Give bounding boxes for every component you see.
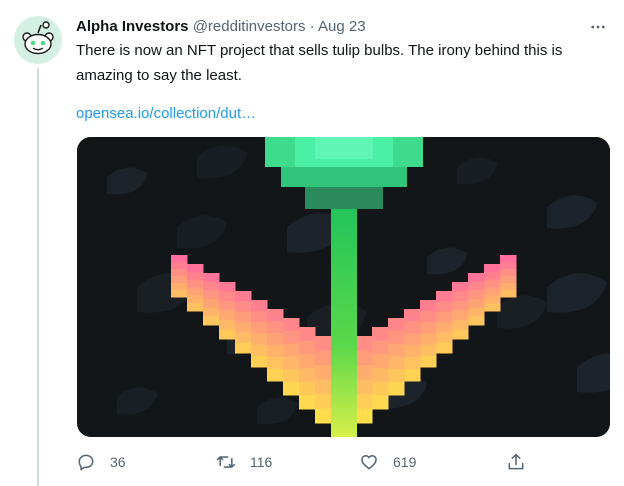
more-options-button[interactable]	[586, 16, 610, 38]
reply-count: 36	[110, 454, 126, 470]
reddit-snoo-icon	[14, 16, 62, 64]
tweet-header: Alpha Investors @redditinvestors · Aug 2…	[76, 16, 610, 38]
share-button[interactable]	[506, 448, 526, 476]
tweet-text: There is now an NFT project that sells t…	[76, 42, 563, 84]
author-name[interactable]: Alpha Investors	[76, 18, 189, 35]
more-dots-icon	[591, 25, 605, 29]
author-handle[interactable]: @redditinvestors	[193, 18, 306, 35]
retweet-count: 116	[250, 454, 273, 470]
tweet-media[interactable]	[77, 137, 610, 437]
like-button[interactable]: 619	[359, 448, 416, 476]
tweet-link[interactable]: opensea.io/collection/dut…	[76, 103, 256, 125]
reply-icon	[78, 454, 94, 471]
retweet-button[interactable]: 116	[216, 448, 272, 476]
avatar[interactable]	[14, 16, 62, 64]
separator-dot: ·	[309, 18, 315, 35]
tweet-date[interactable]: Aug 23	[318, 18, 366, 35]
like-count: 619	[393, 454, 417, 470]
avatar-column	[14, 16, 62, 64]
pixel-tulip-nft-image	[77, 137, 610, 437]
reply-button[interactable]: 36	[76, 448, 126, 476]
thread-line	[37, 68, 39, 486]
retweet-icon	[216, 456, 236, 468]
heart-icon	[361, 455, 377, 470]
tweet[interactable]: Alpha Investors @redditinvestors · Aug 2…	[0, 0, 624, 486]
tweet-actions: 36 116 619	[76, 448, 536, 476]
share-icon	[508, 453, 524, 470]
